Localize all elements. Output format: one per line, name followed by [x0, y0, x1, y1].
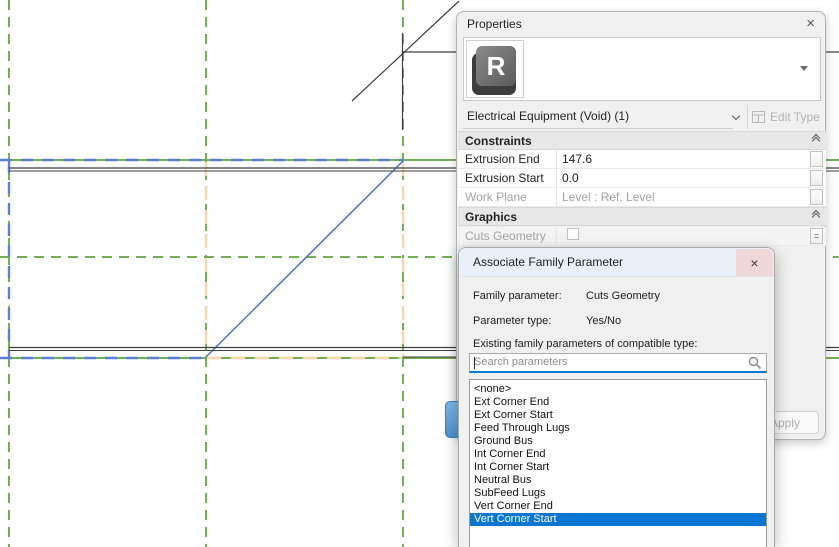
list-item[interactable]: Vert Corner End: [470, 500, 766, 513]
panel-title: Properties: [467, 17, 522, 31]
property-row: Work Plane Level : Ref. Level: [458, 188, 826, 207]
close-icon: ×: [750, 254, 759, 271]
section-header-constraints[interactable]: Constraints: [458, 131, 826, 150]
property-label: Cuts Geometry: [465, 229, 546, 243]
section-title: Graphics: [465, 209, 518, 224]
family-parameter-label: Family parameter:: [473, 290, 562, 302]
close-icon[interactable]: ×: [806, 16, 815, 31]
associate-parameter-button[interactable]: [810, 170, 823, 186]
associate-parameter-button[interactable]: [810, 189, 823, 205]
dialog-titlebar[interactable]: Associate Family Parameter: [459, 248, 774, 277]
sketch-diagonal-blue[interactable]: [205, 160, 404, 358]
chevron-down-icon[interactable]: [731, 111, 741, 120]
associate-parameter-button[interactable]: [810, 151, 823, 167]
section-header-graphics[interactable]: Graphics: [458, 207, 826, 226]
collapse-icon[interactable]: [811, 209, 821, 221]
sketch-lines-blue[interactable]: [0, 158, 403, 360]
edit-type-icon: [752, 110, 765, 123]
properties-titlebar[interactable]: Properties ×: [457, 12, 825, 36]
property-label: Work Plane: [465, 190, 527, 204]
section-title: Constraints: [465, 133, 532, 148]
property-row: Extrusion Start 0.0: [458, 169, 826, 188]
list-item[interactable]: Int Corner End: [470, 448, 766, 461]
list-item[interactable]: Ground Bus: [470, 435, 766, 448]
property-value-field: Level : Ref. Level: [556, 188, 810, 206]
close-button[interactable]: ×: [736, 249, 773, 276]
property-value-field: [556, 227, 810, 245]
edit-type-button[interactable]: Edit Type: [747, 104, 821, 129]
property-label: Extrusion End: [465, 152, 540, 166]
associate-family-parameter-dialog: Associate Family Parameter × Family para…: [458, 247, 775, 547]
list-item[interactable]: Neutral Bus: [470, 474, 766, 487]
revit-logo-letter: R: [476, 46, 516, 86]
search-icon: [748, 356, 762, 370]
list-item[interactable]: Ext Corner Start: [470, 409, 766, 422]
property-value-field[interactable]: 147.6: [556, 150, 810, 168]
property-label: Extrusion Start: [465, 171, 544, 185]
cuts-geometry-checkbox[interactable]: [567, 228, 579, 240]
revit-family-editor-view: Properties × R Electrical Equipment (Voi…: [0, 0, 839, 547]
revit-family-icon: R: [466, 40, 524, 98]
edit-type-label: Edit Type: [770, 109, 820, 124]
list-item[interactable]: Ext Corner End: [470, 396, 766, 409]
list-item-selected[interactable]: Vert Corner Start: [470, 513, 766, 526]
list-item[interactable]: Int Corner Start: [470, 461, 766, 474]
property-row: Extrusion End 147.6: [458, 150, 826, 169]
search-input[interactable]: [474, 354, 744, 370]
type-selector[interactable]: R: [463, 37, 821, 101]
parameter-type-value: Yes/No: [586, 315, 622, 327]
chevron-down-icon[interactable]: [800, 66, 808, 71]
type-row: Electrical Equipment (Void) (1) Edit Typ…: [463, 104, 821, 129]
existing-parameters-label: Existing family parameters of compatible…: [473, 338, 698, 350]
property-value-field[interactable]: 0.0: [556, 169, 810, 187]
search-box: [469, 353, 767, 373]
list-item[interactable]: <none>: [470, 383, 766, 396]
dialog-title: Associate Family Parameter: [473, 255, 624, 269]
collapse-icon[interactable]: [811, 133, 821, 145]
family-parameter-value: Cuts Geometry: [586, 290, 660, 302]
list-item[interactable]: SubFeed Lugs: [470, 487, 766, 500]
list-item[interactable]: Feed Through Lugs: [470, 422, 766, 435]
type-name-dropdown[interactable]: Electrical Equipment (Void) (1): [463, 104, 733, 129]
property-row: Cuts Geometry =: [458, 227, 826, 246]
parameter-type-label: Parameter type:: [473, 315, 552, 327]
associate-parameter-button[interactable]: =: [810, 228, 823, 244]
parameter-list: <none> Ext Corner End Ext Corner Start F…: [469, 379, 767, 547]
